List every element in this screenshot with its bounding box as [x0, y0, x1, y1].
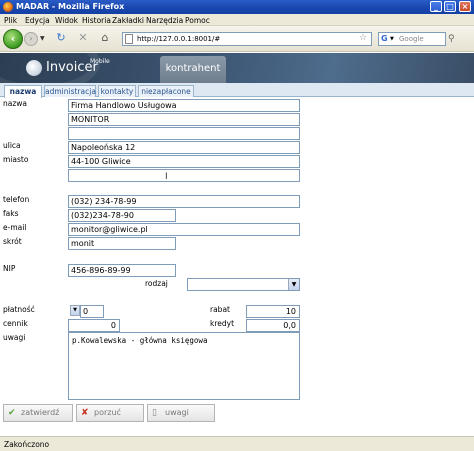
cancel-button-label: porzuć: [94, 408, 121, 417]
platnosc-dropdown-icon[interactable]: ▼: [70, 305, 80, 316]
field-miasto-2[interactable]: [68, 169, 300, 182]
app-header: Invoicer Mobile kontrahent: [0, 53, 474, 83]
navigation-toolbar: ‹ › ▼ ↻ ✕ ⌂ http://127.0.0.1:8001/# ☆ G …: [0, 26, 474, 52]
search-engine-dropdown-icon[interactable]: ▼: [390, 36, 394, 42]
menu-pomoc[interactable]: Pomoc: [185, 16, 210, 25]
field-faks[interactable]: (032)234-78-90: [68, 209, 176, 222]
label-email: e-mail: [3, 223, 27, 232]
save-button[interactable]: ✔ zatwierdź: [3, 404, 73, 422]
subtab-bar: nazwa administracja kontakty niezapłacon…: [0, 83, 474, 98]
label-miasto: miasto: [3, 155, 29, 164]
notes-button-label: uwagi: [165, 408, 189, 417]
field-platnosc[interactable]: 0: [80, 305, 104, 318]
label-rodzaj: rodzaj: [145, 279, 168, 288]
reload-icon[interactable]: ↻: [54, 31, 68, 45]
history-dropdown-icon[interactable]: ▼: [40, 35, 45, 42]
close-button[interactable]: ×: [459, 1, 471, 12]
field-ulica[interactable]: Napoleońska 12: [68, 141, 300, 154]
window-titlebar: MADAR - Mozilla Firefox _ □ ×: [0, 0, 474, 14]
chevron-down-icon[interactable]: ▼: [288, 279, 299, 290]
field-skrot[interactable]: monit: [68, 237, 176, 250]
subtab-kontakty[interactable]: kontakty: [98, 85, 136, 97]
section-tab-kontrahent[interactable]: kontrahent: [160, 56, 226, 83]
label-kredyt: kredyt: [210, 319, 235, 328]
field-kredyt[interactable]: 0,0: [246, 319, 300, 332]
label-telefon: telefon: [3, 195, 30, 204]
menu-historia[interactable]: Historia: [82, 16, 111, 25]
url-text: http://127.0.0.1:8001/#: [137, 35, 221, 43]
label-rabat: rabat: [210, 305, 230, 314]
url-bar[interactable]: http://127.0.0.1:8001/# ☆: [122, 32, 372, 46]
label-platnosc: płatność: [3, 305, 35, 314]
field-nip[interactable]: 456-896-89-99: [68, 264, 176, 277]
label-nip: NIP: [3, 264, 16, 273]
document-icon: ▯: [152, 408, 157, 418]
field-telefon[interactable]: (032) 234-78-99: [68, 195, 300, 208]
search-placeholder: Google: [399, 35, 424, 43]
firefox-icon: [3, 2, 13, 12]
select-rodzaj[interactable]: ▼: [187, 278, 300, 291]
field-nazwa-2[interactable]: MONITOR: [68, 113, 300, 126]
forward-button[interactable]: ›: [24, 32, 38, 46]
field-rabat[interactable]: 10: [246, 305, 300, 318]
minimize-button[interactable]: _: [430, 1, 442, 12]
menu-bar: Plik Edycja Widok Historia Zakładki Narz…: [0, 14, 474, 26]
menu-widok[interactable]: Widok: [55, 16, 78, 25]
checkmark-icon: ✔: [8, 408, 16, 418]
subtab-nazwa[interactable]: nazwa: [4, 85, 42, 98]
menu-narzedzia[interactable]: Narzędzia: [146, 16, 183, 25]
label-cennik: cennik: [3, 319, 28, 328]
cancel-button[interactable]: ✘ porzuć: [76, 404, 144, 422]
window-title: MADAR - Mozilla Firefox: [16, 2, 125, 11]
search-go-icon[interactable]: ⚲: [448, 34, 455, 44]
stop-icon[interactable]: ✕: [76, 31, 90, 45]
maximize-button[interactable]: □: [444, 1, 456, 12]
search-engine-icon[interactable]: G: [381, 34, 388, 43]
field-nazwa-1[interactable]: Firma Handlowo Usługowa: [68, 99, 300, 112]
menu-zakladki[interactable]: Zakładki: [112, 16, 144, 25]
notes-button[interactable]: ▯ uwagi: [147, 404, 215, 422]
label-uwagi: uwagi: [3, 333, 26, 342]
label-faks: faks: [3, 209, 19, 218]
status-text: Zakończono: [4, 440, 50, 449]
field-miasto[interactable]: 44-100 Gliwice: [68, 155, 300, 168]
field-cennik[interactable]: 0: [68, 319, 120, 332]
invoicer-logo-icon: [26, 60, 42, 76]
label-ulica: ulica: [3, 141, 21, 150]
field-email[interactable]: monitor@gliwice.pl: [68, 223, 300, 236]
page-icon: [125, 34, 133, 44]
label-nazwa: nazwa: [3, 99, 28, 108]
back-button[interactable]: ‹: [3, 29, 23, 49]
menu-edycja[interactable]: Edycja: [25, 16, 50, 25]
subtab-niezaplacone[interactable]: niezapłacone: [138, 85, 194, 97]
bookmark-star-icon[interactable]: ☆: [359, 33, 367, 43]
menu-plik[interactable]: Plik: [4, 16, 17, 25]
save-button-label: zatwierdź: [21, 408, 60, 417]
field-uwagi[interactable]: p.Kowalewska - główna księgowa: [68, 332, 300, 400]
text-cursor-icon: I: [165, 172, 168, 182]
app-logo-superscript: Mobile: [90, 58, 110, 65]
status-bar: Zakończono: [0, 436, 474, 451]
home-icon[interactable]: ⌂: [98, 31, 112, 45]
subtab-administracja[interactable]: administracja: [44, 85, 96, 97]
field-nazwa-3[interactable]: [68, 127, 300, 140]
label-skrot: skrót: [3, 237, 22, 246]
search-bar[interactable]: G ▼ Google: [378, 32, 446, 46]
cross-icon: ✘: [81, 408, 89, 418]
